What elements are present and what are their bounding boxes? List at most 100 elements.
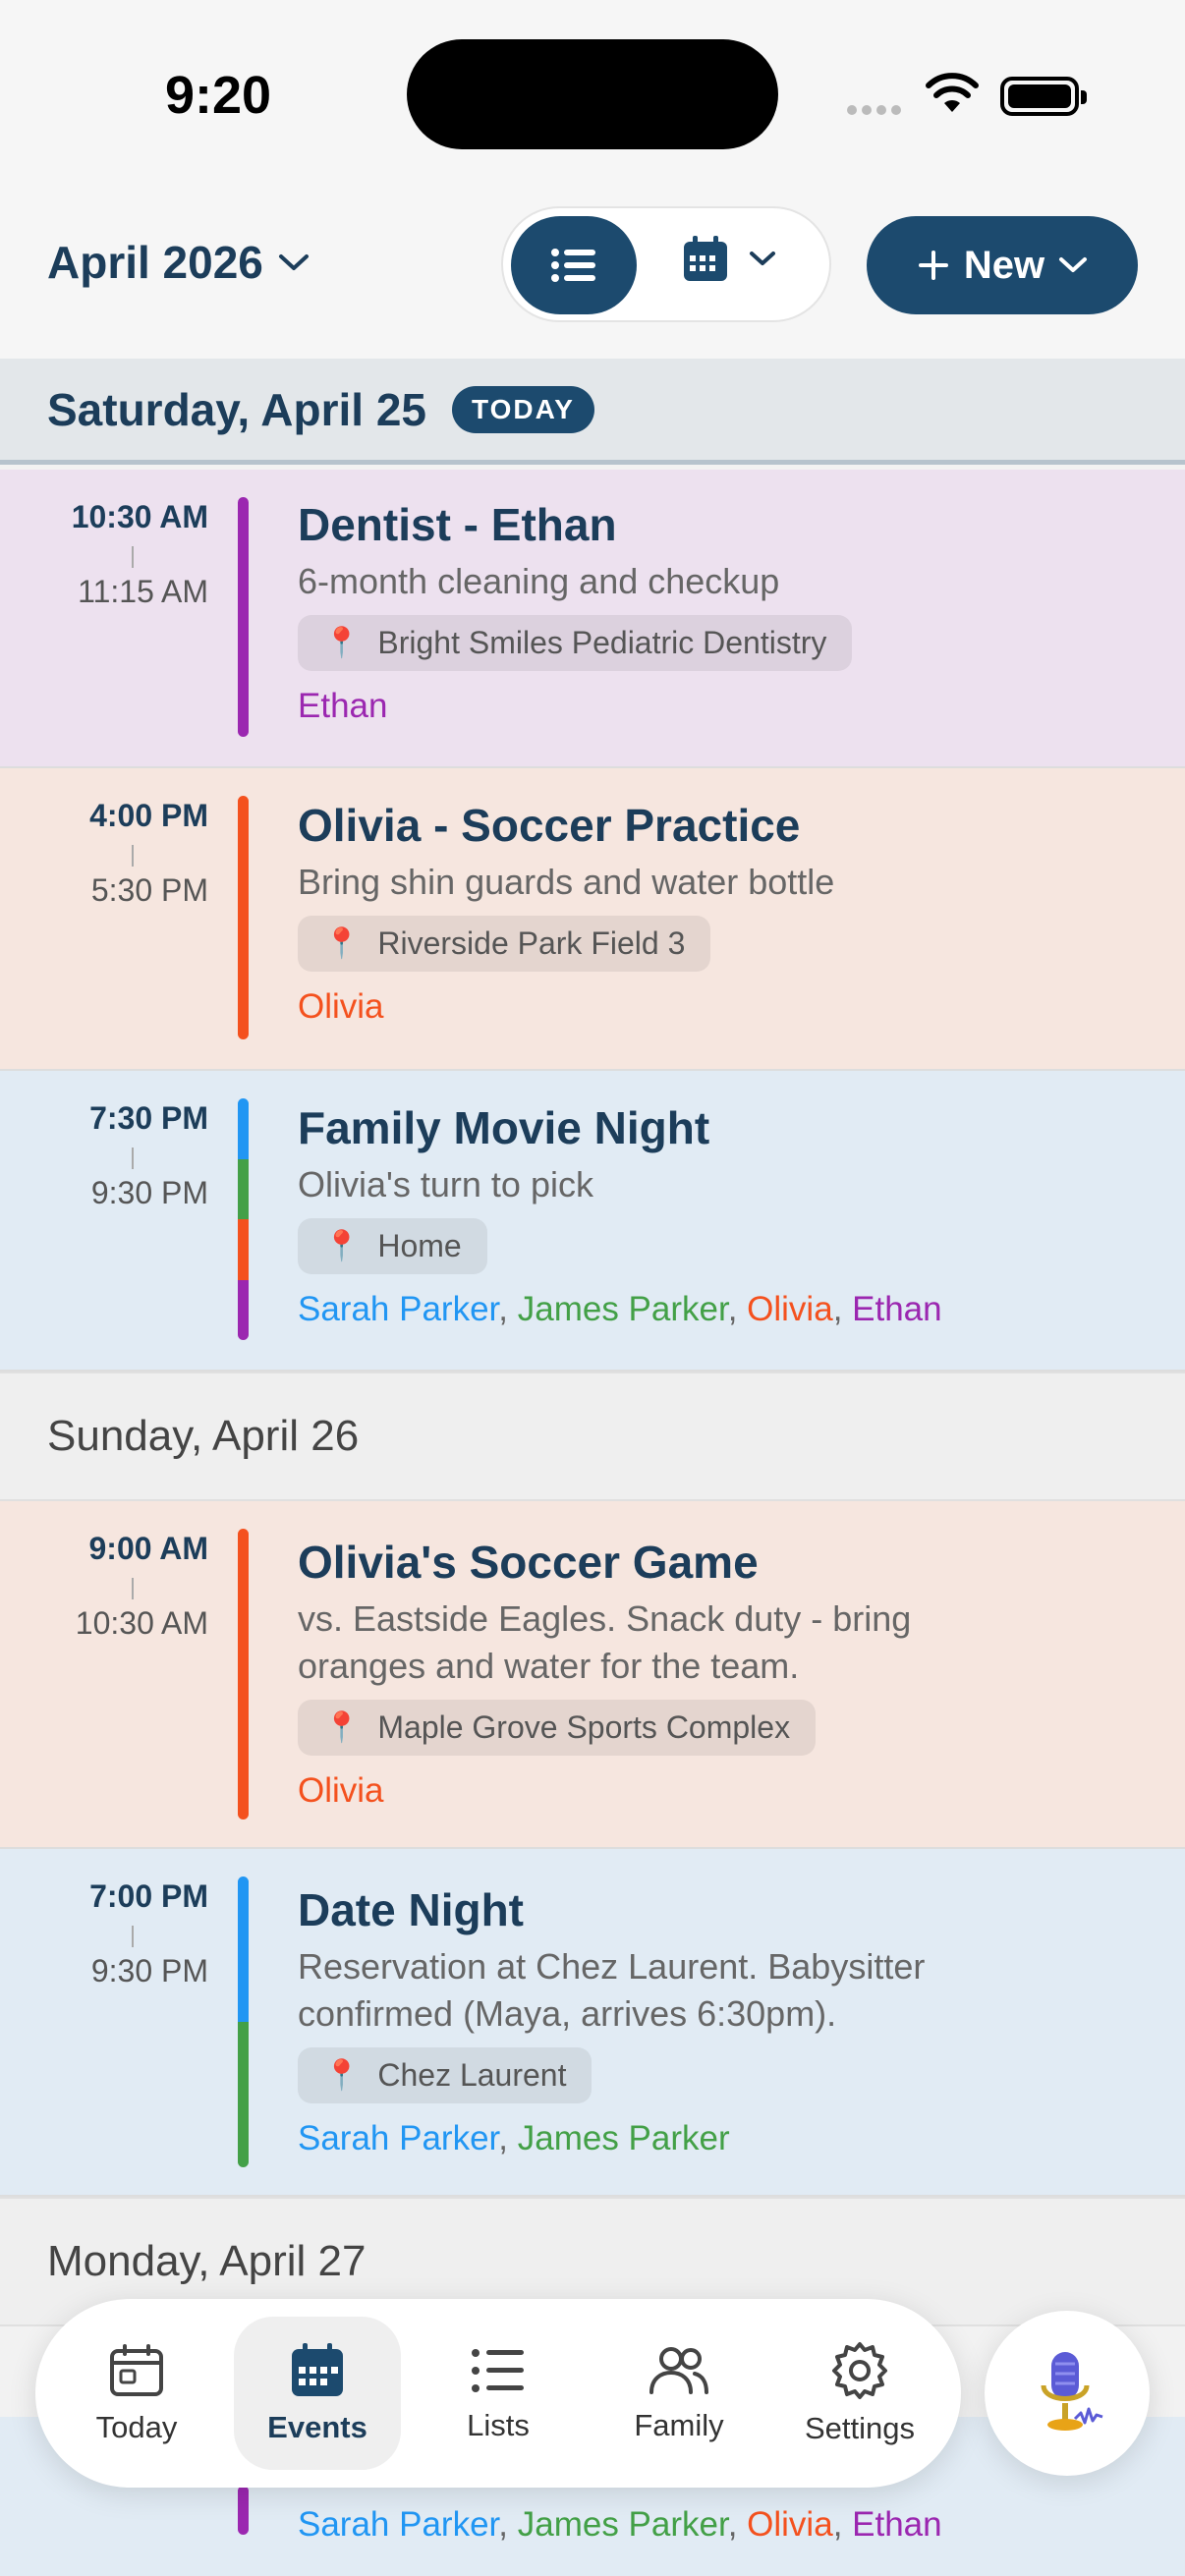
- location-label: Riverside Park Field 3: [377, 925, 686, 961]
- tab-today[interactable]: Today: [53, 2317, 220, 2470]
- event-title: Olivia - Soccer Practice: [298, 800, 801, 851]
- event-card[interactable]: 4:00 PM 5:30 PM Olivia - Soccer Practice…: [0, 768, 1185, 1071]
- view-toggle: [501, 206, 831, 322]
- pin-icon: 📍: [323, 1711, 361, 1744]
- day-title: Sunday, April 26: [47, 1412, 360, 1460]
- member-color-bar: [238, 2486, 249, 2535]
- event-members: Sarah Parker, James Parker, Olivia, Etha…: [298, 2505, 942, 2544]
- today-badge: TODAY: [452, 385, 594, 433]
- event-end-time: 10:30 AM: [75, 1605, 208, 1641]
- chevron-down-icon: [750, 252, 775, 265]
- cellular-signal-icon: [847, 102, 906, 120]
- tab-lists[interactable]: Lists: [415, 2317, 582, 2470]
- location-label: Home: [377, 1228, 462, 1263]
- event-location[interactable]: 📍 Chez Laurent: [298, 2047, 592, 2103]
- tab-label: Settings: [804, 2411, 915, 2445]
- member-sarah: Sarah Parker: [298, 2119, 499, 2157]
- member-sarah: Sarah Parker: [298, 2505, 499, 2544]
- pin-icon: 📍: [323, 2059, 361, 2092]
- location-label: Maple Grove Sports Complex: [377, 1709, 791, 1745]
- event-title: Date Night: [298, 1884, 524, 1935]
- event-start-time: 10:30 AM: [71, 499, 208, 534]
- event-end-time: 9:30 PM: [90, 1175, 208, 1210]
- event-location[interactable]: 📍 Bright Smiles Pediatric Dentistry: [298, 615, 853, 671]
- calendar-today-icon: [110, 2344, 163, 2396]
- member-color-bar: [238, 796, 249, 1039]
- tab-label: Family: [634, 2408, 724, 2442]
- member-sarah: Sarah Parker: [298, 1290, 499, 1328]
- event-description: Reservation at Chez Laurent. Babysitter …: [298, 1946, 926, 2034]
- tab-label: Today: [95, 2410, 178, 2444]
- event-description: Bring shin guards and water bottle: [298, 862, 835, 902]
- tab-label: Events: [267, 2410, 367, 2444]
- calendar-grid-icon: [684, 236, 727, 281]
- event-start-time: 4:00 PM: [89, 798, 208, 833]
- list-icon: [551, 249, 595, 282]
- voice-input-button[interactable]: [985, 2311, 1150, 2476]
- member-james: James Parker: [517, 2505, 728, 2544]
- top-bar: April 2026 New: [0, 187, 1185, 359]
- event-members: Sarah Parker, James Parker, Olivia, Etha…: [298, 1290, 942, 1328]
- list-view-button[interactable]: [511, 216, 637, 314]
- event-members: Olivia: [298, 1769, 1165, 1813]
- event-start-time: 7:00 PM: [89, 1878, 208, 1914]
- event-location[interactable]: 📍 Maple Grove Sports Complex: [298, 1700, 817, 1756]
- pin-icon: 📍: [323, 1230, 361, 1262]
- calendar-grid-icon: [292, 2343, 343, 2396]
- location-label: Bright Smiles Pediatric Dentistry: [377, 625, 827, 660]
- tab-family[interactable]: Family: [595, 2317, 762, 2470]
- member-ethan: Ethan: [852, 2505, 942, 2544]
- tab-settings[interactable]: Settings: [776, 2317, 943, 2470]
- event-members: Olivia: [298, 985, 1165, 1029]
- status-bar: 9:20: [0, 0, 1185, 187]
- bottom-tab-bar: Today Events Lists Family Settings: [35, 2299, 961, 2488]
- calendar-view-button[interactable]: [680, 234, 776, 285]
- day-header: Sunday, April 26: [0, 1372, 1185, 1501]
- event-description: vs. Eastside Eagles. Snack duty - bring …: [298, 1598, 912, 1686]
- event-start-time: 7:30 PM: [89, 1100, 208, 1136]
- member-ethan: Ethan: [298, 687, 388, 725]
- event-location[interactable]: 📍 Home: [298, 1218, 487, 1274]
- location-label: Chez Laurent: [377, 2057, 567, 2093]
- member-olivia: Olivia: [298, 987, 384, 1026]
- event-end-time: 11:15 AM: [78, 574, 208, 609]
- dynamic-island: [407, 39, 778, 149]
- event-end-time: 9:30 PM: [90, 1953, 208, 1988]
- member-james: James Parker: [517, 1290, 728, 1328]
- event-location[interactable]: 📍 Riverside Park Field 3: [298, 916, 711, 972]
- wifi-icon: [924, 71, 981, 119]
- new-button[interactable]: New: [867, 216, 1138, 314]
- member-ethan: Ethan: [852, 1290, 942, 1328]
- pin-icon: 📍: [323, 627, 361, 659]
- chevron-down-icon: [278, 254, 309, 270]
- plus-icon: [918, 251, 948, 280]
- event-card[interactable]: 10:30 AM 11:15 AM Dentist - Ethan 6-mont…: [0, 470, 1185, 768]
- member-james: James Parker: [517, 2119, 730, 2157]
- event-description: Olivia's turn to pick: [298, 1164, 593, 1204]
- tab-events[interactable]: Events: [234, 2317, 401, 2470]
- battery-icon: [1000, 77, 1087, 116]
- event-description: 6-month cleaning and checkup: [298, 561, 780, 601]
- member-color-bar: [238, 1529, 249, 1820]
- member-color-bar: [238, 1876, 249, 2167]
- gear-icon: [832, 2342, 887, 2399]
- member-color-bar: [238, 497, 249, 737]
- event-members: Ethan: [298, 685, 1165, 728]
- event-title: Dentist - Ethan: [298, 499, 617, 550]
- event-end-time: 5:30 PM: [90, 872, 208, 908]
- chevron-down-icon: [1059, 257, 1088, 272]
- day-title: Monday, April 27: [47, 2237, 367, 2285]
- day-title: Saturday, April 25: [47, 383, 427, 435]
- status-time: 9:20: [165, 66, 272, 125]
- new-button-label: New: [963, 243, 1045, 287]
- microphone-icon: [1041, 2352, 1103, 2431]
- day-header-today: Saturday, April 25 TODAY: [0, 359, 1185, 465]
- event-title: Family Movie Night: [298, 1102, 710, 1153]
- month-selector[interactable]: April 2026: [47, 236, 310, 289]
- event-start-time: 9:00 AM: [88, 1531, 208, 1566]
- event-card[interactable]: 7:30 PM 9:30 PM Family Movie Night Olivi…: [0, 1071, 1185, 1372]
- member-olivia: Olivia: [747, 2505, 833, 2544]
- event-title: Olivia's Soccer Game: [298, 1537, 759, 1588]
- event-card[interactable]: 9:00 AM 10:30 AM Olivia's Soccer Game vs…: [0, 1501, 1185, 1849]
- event-card[interactable]: 7:00 PM 9:30 PM Date Night Reservation a…: [0, 1849, 1185, 2197]
